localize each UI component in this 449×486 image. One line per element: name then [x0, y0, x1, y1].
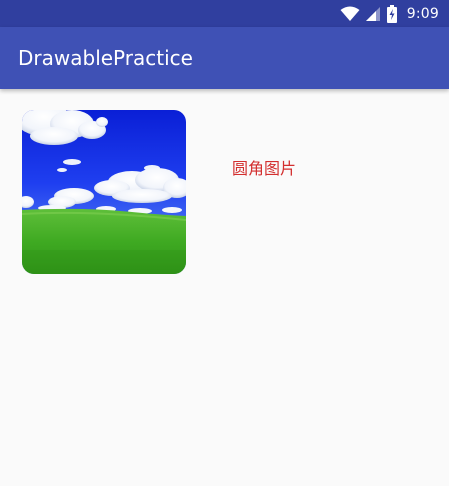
image-caption: 圆角图片: [232, 159, 297, 178]
status-time: 9:09: [406, 5, 439, 22]
cell-signal-icon: [365, 6, 381, 22]
app-title: DrawablePractice: [18, 46, 193, 70]
status-bar: 9:09: [0, 0, 449, 27]
main-content: 圆角图片: [0, 89, 449, 486]
battery-charging-icon: [386, 4, 397, 23]
status-icons: 9:09: [340, 3, 439, 24]
app-screen: 9:09 DrawablePractice 圆角图片: [0, 0, 449, 486]
wifi-icon: [340, 6, 360, 22]
rounded-corner-image: [22, 110, 186, 274]
app-bar: DrawablePractice: [0, 27, 449, 89]
